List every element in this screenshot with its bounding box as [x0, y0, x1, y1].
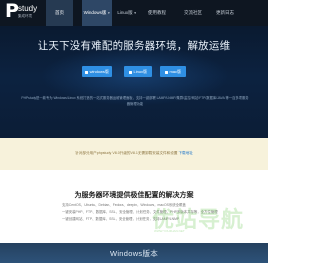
logo-tagline: 集成环境	[18, 14, 32, 18]
notice-message: 针对部分用户phpstudy V8.0升级的V8.1无需卸载安装文件和设置	[75, 151, 178, 155]
logo-letter: P	[5, 0, 19, 22]
button-label: windows版	[89, 69, 109, 74]
watermark: 优站导航 WWW.YOUZHAN.NET	[152, 198, 262, 238]
nav-item-label: 交流社区	[184, 10, 202, 15]
download-linux-button[interactable]: Linux版	[124, 66, 152, 77]
watermark-url: WWW.YOUZHAN.NET	[154, 229, 185, 233]
linux-icon	[128, 70, 132, 74]
nav-item-label: 首页	[55, 10, 64, 15]
logo-word: study	[18, 4, 38, 13]
nav-item-label: Linux版	[117, 10, 133, 15]
nav-item-linux[interactable]: Linux版▼	[114, 0, 140, 26]
notice-text: 针对部分用户phpstudy V8.0升级的V8.1无需卸载安装文件和设置下载地…	[0, 151, 268, 156]
nav-item-label: 使用教程	[148, 10, 166, 15]
nav-item-changelog[interactable]: 更新日志	[212, 0, 238, 26]
top-nav: P study 集成环境 首页 Windows版▼ Linux版▼ 使用教程 交…	[0, 0, 268, 26]
nav-item-community[interactable]: 交流社区	[180, 0, 206, 26]
windows-section-banner: Windows版本	[0, 243, 268, 263]
download-mac-button[interactable]: mac版	[160, 66, 186, 77]
hero-description: PHPstudy是一款专为 Windows/Linux 系统打造的一站式服务器运…	[21, 96, 249, 106]
nav-item-label: Windows版	[83, 10, 107, 15]
hero-title: 让天下没有难配的服务器环境，解放运维	[37, 40, 231, 52]
apple-icon	[164, 70, 168, 74]
button-label: mac版	[169, 69, 182, 74]
section-heading: Windows版本	[109, 249, 159, 258]
chevron-down-icon: ▼	[107, 11, 111, 15]
notice-bar: 针对部分用户phpstudy V8.0升级的V8.1无需卸载安装文件和设置下载地…	[0, 138, 268, 170]
chevron-down-icon: ▼	[133, 11, 137, 15]
hero-banner: 让天下没有难配的服务器环境，解放运维 windows版 Linux版 mac版 …	[0, 26, 268, 138]
nav-item-windows[interactable]: Windows版▼	[82, 0, 112, 26]
nav-item-home[interactable]: 首页	[46, 0, 73, 26]
button-label: Linux版	[133, 69, 148, 74]
download-windows-button[interactable]: windows版	[82, 66, 112, 77]
logo[interactable]: P study 集成环境	[0, 0, 40, 26]
download-link[interactable]: 下载地址	[178, 151, 192, 155]
nav-item-label: 更新日志	[216, 10, 234, 15]
windows-icon	[85, 70, 89, 74]
nav-item-tutorial[interactable]: 使用教程	[144, 0, 170, 26]
